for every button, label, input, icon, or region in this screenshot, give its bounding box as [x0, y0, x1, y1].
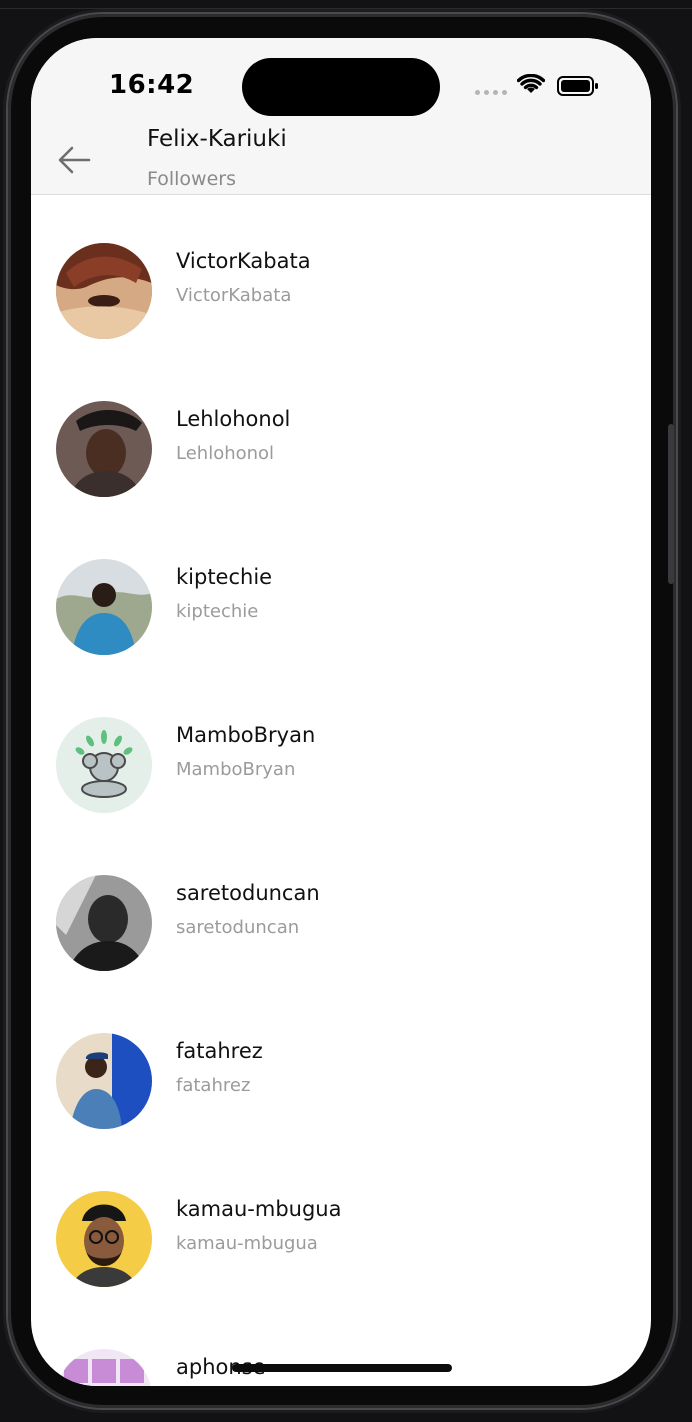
- side-button: [668, 424, 674, 584]
- app-screen: 16:42 Felix-Kariuki Followers VictorKaba…: [31, 38, 651, 1386]
- list-item[interactable]: Lehlohonol Lehlohonol: [31, 353, 651, 511]
- list-item[interactable]: MamboBryan MamboBryan: [31, 669, 651, 827]
- list-item[interactable]: kiptechie kiptechie: [31, 511, 651, 669]
- avatar: [56, 1191, 152, 1287]
- backdrop-line: [0, 8, 692, 9]
- follower-handle: kamau-mbugua: [176, 1233, 318, 1254]
- list-item[interactable]: kamau-mbugua kamau-mbugua: [31, 1143, 651, 1301]
- list-item[interactable]: saretoduncan saretoduncan: [31, 827, 651, 985]
- avatar: [56, 1033, 152, 1129]
- avatar: [56, 875, 152, 971]
- follower-name: Lehlohonol: [176, 407, 291, 431]
- top-app-bar: 16:42 Felix-Kariuki Followers: [31, 38, 651, 195]
- avatar: [56, 243, 152, 339]
- page-title: Felix-Kariuki: [147, 126, 287, 152]
- battery-icon: [557, 76, 598, 96]
- avatar: [56, 401, 152, 497]
- status-time: 16:42: [109, 70, 195, 100]
- follower-handle: Lehlohonol: [176, 443, 275, 464]
- home-indicator[interactable]: [232, 1364, 452, 1372]
- follower-name: kamau-mbugua: [176, 1197, 342, 1221]
- signal-icon: [475, 90, 507, 95]
- follower-handle: saretoduncan: [176, 917, 300, 938]
- follower-handle: fatahrez: [176, 1075, 251, 1096]
- avatar: [56, 559, 152, 655]
- avatar: [56, 717, 152, 813]
- page-subtitle: Followers: [147, 168, 236, 190]
- follower-name: saretoduncan: [176, 881, 320, 905]
- list-item[interactable]: fatahrez fatahrez: [31, 985, 651, 1143]
- follower-name: MamboBryan: [176, 723, 316, 747]
- list-item[interactable]: VictorKabata VictorKabata: [31, 195, 651, 353]
- follower-name: fatahrez: [176, 1039, 263, 1063]
- follower-handle: MamboBryan: [176, 759, 296, 780]
- arrow-left-icon[interactable]: [55, 140, 95, 180]
- wifi-icon: [517, 74, 545, 93]
- list-item[interactable]: aphonse aphonse: [31, 1301, 651, 1386]
- follower-handle: VictorKabata: [176, 285, 292, 306]
- avatar: [56, 1349, 152, 1386]
- follower-name: VictorKabata: [176, 249, 311, 273]
- dynamic-island: [242, 58, 440, 116]
- follower-name: kiptechie: [176, 565, 273, 589]
- follower-handle: kiptechie: [176, 601, 259, 622]
